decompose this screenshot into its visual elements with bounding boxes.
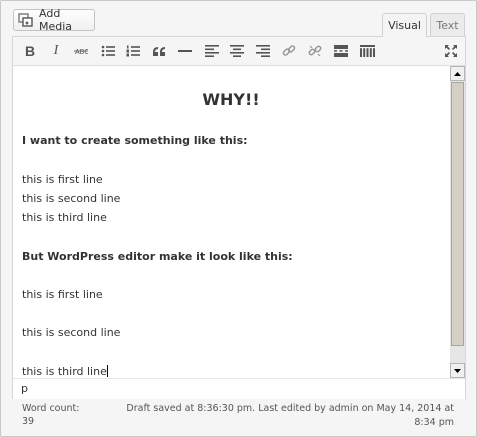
chevron-down-icon — [454, 368, 461, 373]
element-path-bar: p — [13, 378, 465, 399]
editor-scrollbar[interactable] — [450, 66, 465, 378]
editor-toolbar: B I ABC — [13, 37, 465, 66]
remove-link-icon[interactable] — [305, 41, 325, 61]
second-block-line-1: this is first line — [22, 288, 103, 301]
scroll-down-arrow[interactable] — [450, 363, 465, 378]
editor-content[interactable]: WHY!! I want to create something like th… — [13, 66, 449, 378]
scroll-thumb[interactable] — [451, 82, 464, 346]
bulleted-list-icon[interactable] — [98, 41, 118, 61]
add-media-button[interactable]: Add Media — [13, 7, 95, 33]
status-bar: Word count: 39 Draft saved at 8:36:30 pm… — [12, 399, 466, 431]
svg-text:ABC: ABC — [75, 49, 88, 56]
word-count-value: 39 — [22, 416, 35, 427]
align-right-icon[interactable] — [253, 41, 273, 61]
post-editor-panel: Add Media Visual Text B I ABC WHY!! I wa… — [0, 0, 477, 437]
editor-area: B I ABC WHY!! I want to create something… — [12, 36, 466, 399]
second-block-line-2: this is second line — [22, 326, 121, 339]
insert-link-icon[interactable] — [279, 41, 299, 61]
first-block-line-3: this is third line — [22, 211, 107, 224]
draft-status-line-2: 8:34 pm — [414, 417, 454, 428]
chevron-up-icon — [454, 71, 461, 76]
read-more-icon[interactable] — [331, 41, 351, 61]
numbered-list-icon[interactable] — [123, 41, 143, 61]
fullscreen-icon[interactable] — [441, 41, 461, 61]
tab-text[interactable]: Text — [430, 13, 465, 36]
second-block-line-3-text: this is third line — [22, 365, 107, 378]
strikethrough-icon[interactable]: ABC — [71, 41, 91, 61]
draft-status: Draft saved at 8:36:30 pm. Last edited b… — [114, 402, 454, 430]
align-center-icon[interactable] — [227, 41, 247, 61]
toolbar-toggle-icon[interactable] — [357, 41, 377, 61]
intro-text: I want to create something like this: — [22, 134, 248, 147]
horizontal-line-icon[interactable] — [175, 41, 195, 61]
text-caret — [106, 365, 108, 377]
scroll-up-arrow[interactable] — [450, 66, 465, 81]
add-media-label: Add Media — [39, 7, 73, 33]
content-heading: WHY!! — [202, 90, 260, 109]
first-block-line-2: this is second line — [22, 192, 121, 205]
second-block-line-3: this is third line — [22, 365, 108, 378]
draft-status-line-1: Draft saved at 8:36:30 pm. Last edited b… — [126, 403, 454, 414]
blockquote-icon[interactable] — [149, 41, 169, 61]
align-left-icon[interactable] — [202, 41, 222, 61]
word-count-label: Word count: — [22, 403, 80, 414]
italic-icon[interactable]: I — [46, 41, 66, 61]
bold-icon[interactable]: B — [20, 41, 40, 61]
first-block-line-1: this is first line — [22, 173, 103, 186]
tab-visual[interactable]: Visual — [382, 13, 427, 37]
media-icon — [18, 13, 34, 27]
element-path[interactable]: p — [21, 382, 28, 395]
second-intro-text: But WordPress editor make it look like t… — [22, 250, 293, 263]
